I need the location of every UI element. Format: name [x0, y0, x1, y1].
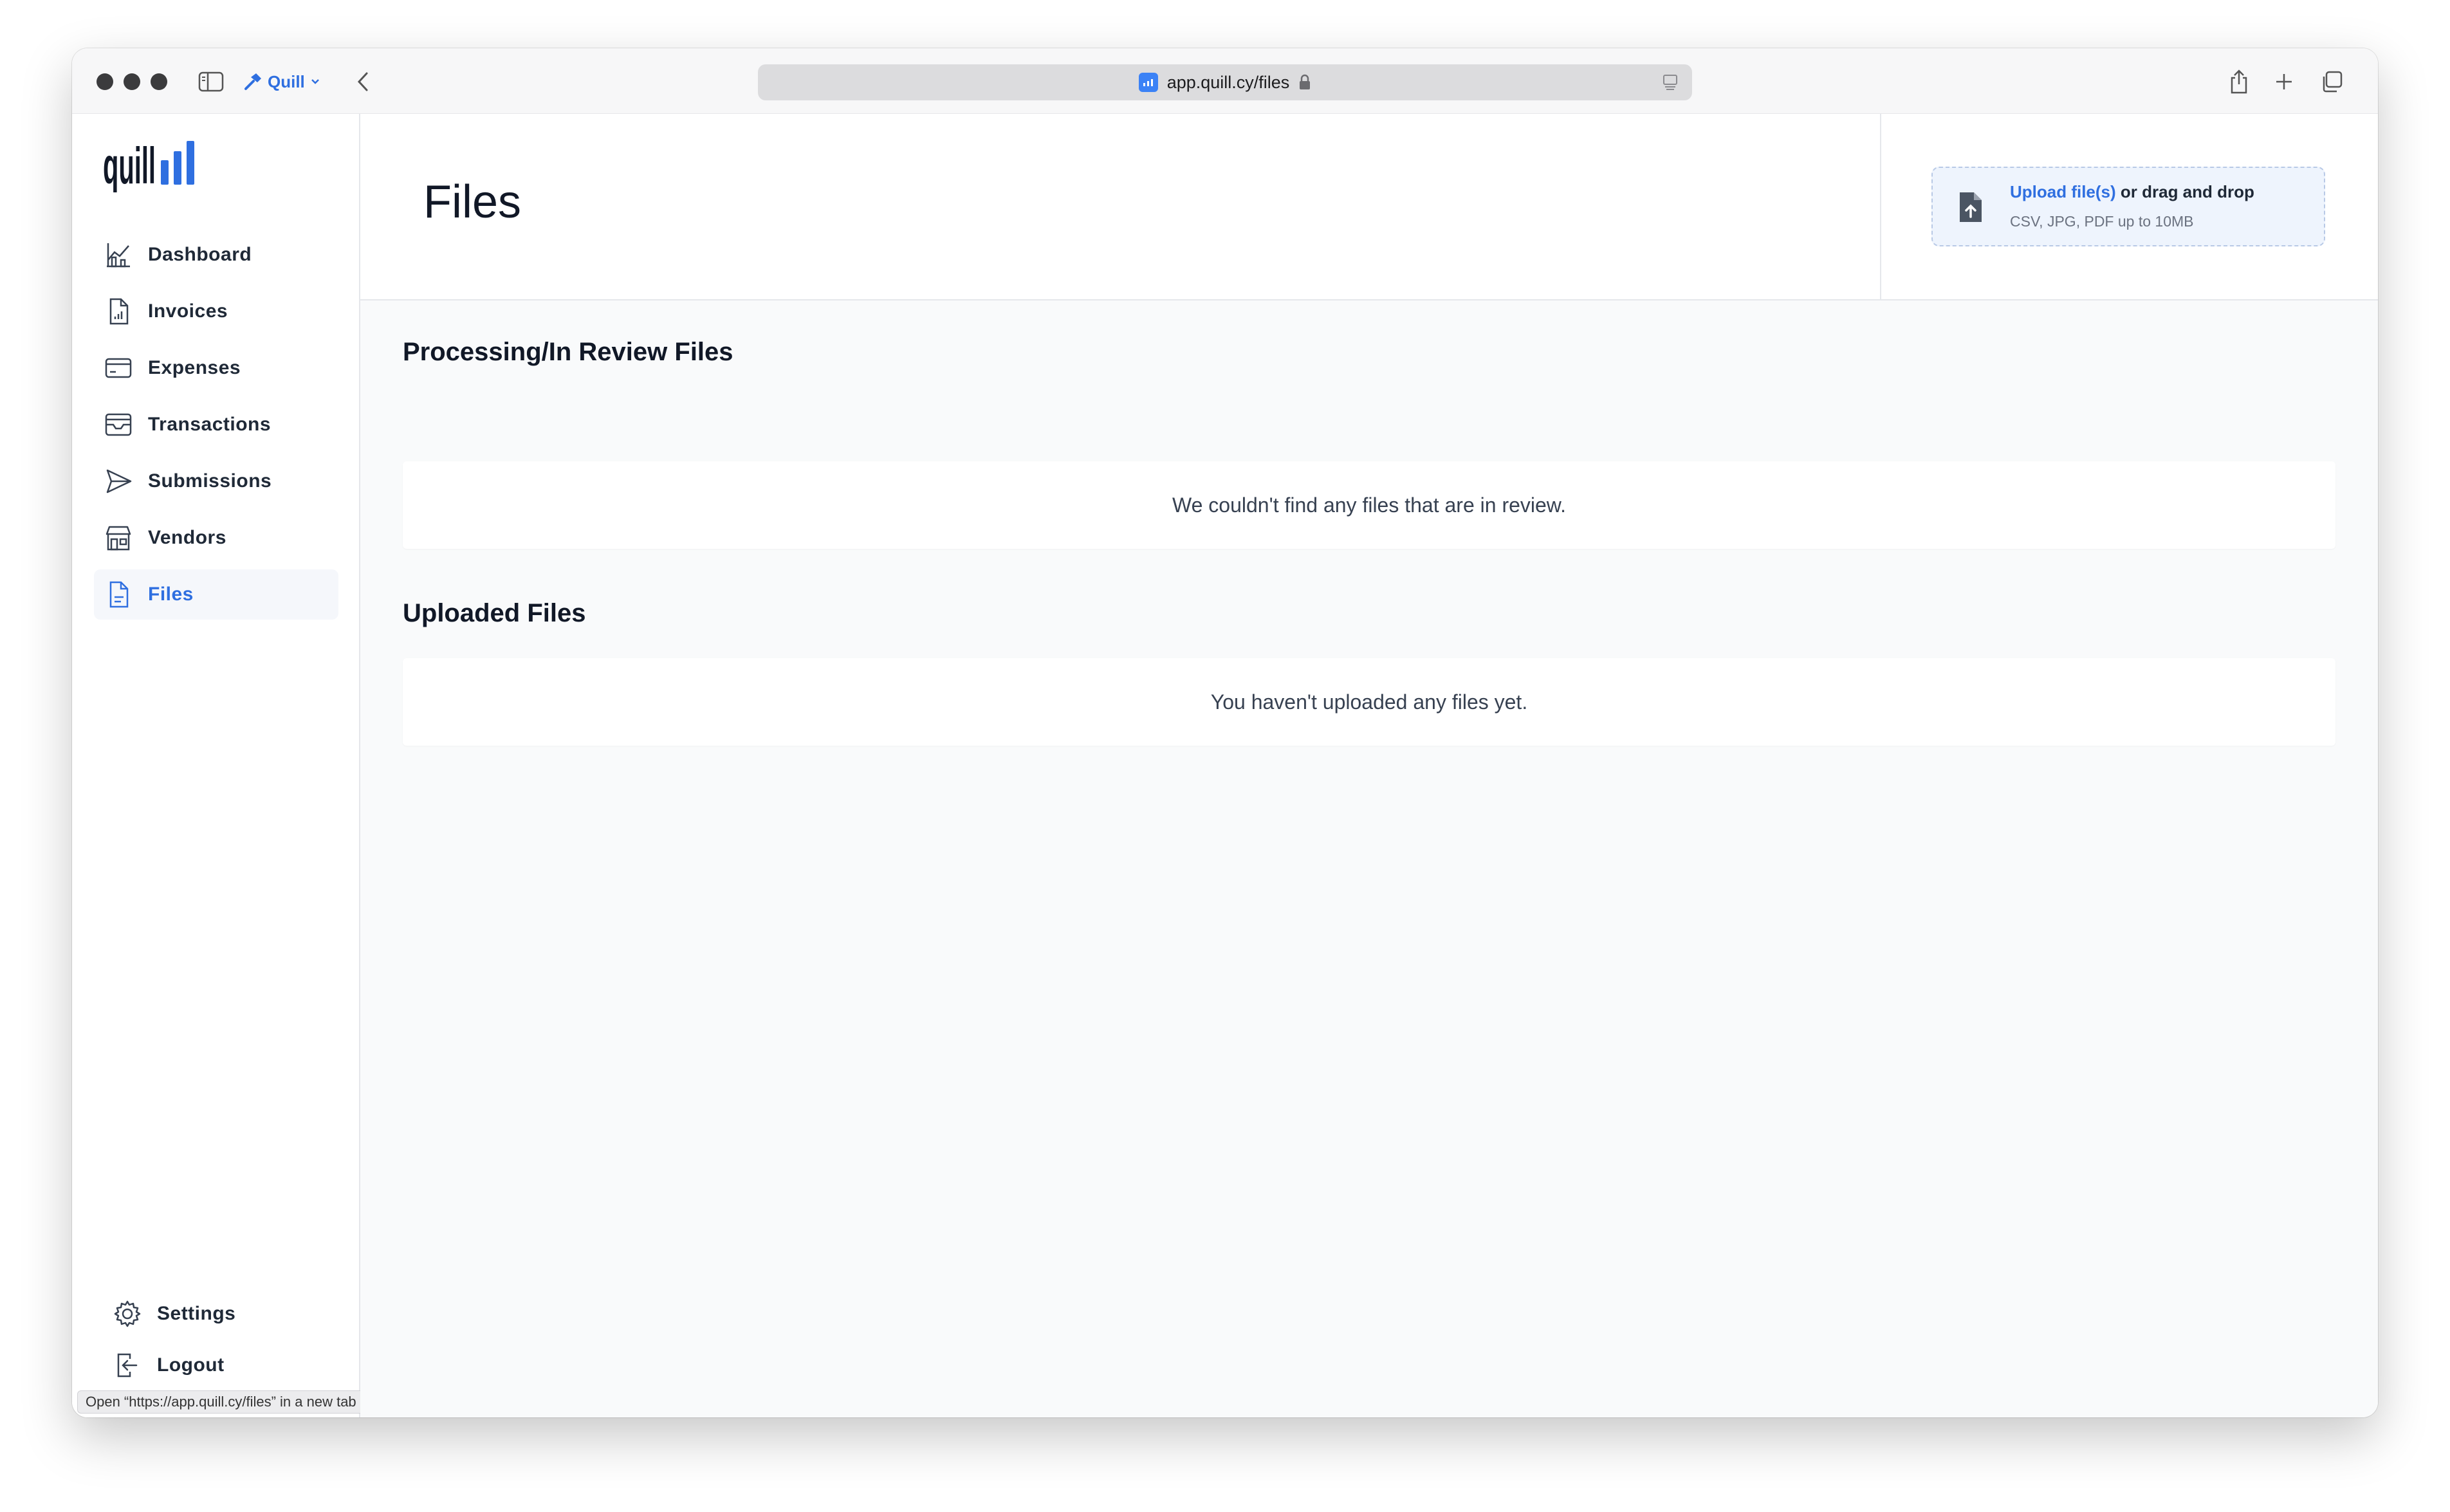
chevron-down-icon — [311, 79, 319, 84]
processing-files-empty-state: We couldn't find any files that are in r… — [403, 461, 2335, 549]
drag-drop-text: or drag and drop — [2115, 182, 2254, 201]
sidebar-item-expenses[interactable]: Expenses — [94, 343, 338, 393]
share-icon — [2231, 69, 2247, 94]
sidebar-item-label: Logout — [157, 1354, 225, 1376]
inbox-tray-icon — [105, 413, 132, 436]
sidebar-item-label: Dashboard — [148, 244, 252, 265]
sidebar-item-settings[interactable]: Settings — [113, 1289, 235, 1339]
reader-mode-icon[interactable] — [1661, 73, 1679, 91]
sidebar-item-label: Submissions — [148, 470, 272, 492]
browser-window: Quill app.quill.cy/files quill Dashboard… — [72, 48, 2378, 1417]
minimize-window-button[interactable] — [124, 73, 140, 90]
sidebar-item-label: Transactions — [148, 414, 272, 435]
upload-file-icon — [1960, 192, 1982, 222]
upload-file-types-hint: CSV, JPG, PDF up to 10MB — [2010, 213, 2194, 230]
dashboard-chart-icon — [107, 243, 130, 268]
quill-logo[interactable]: quill — [103, 137, 199, 196]
upload-files-link[interactable]: Upload file(s) — [2010, 182, 2116, 201]
tabs-overview-icon — [2323, 71, 2343, 93]
app-sidebar: quill Dashboard Invoices Expenses Transa… — [72, 114, 365, 1417]
empty-state-text: You haven't uploaded any files yet. — [1210, 690, 1528, 714]
storefront-icon — [106, 526, 131, 551]
browser-toolbar: Quill app.quill.cy/files — [72, 48, 2378, 114]
address-bar[interactable]: app.quill.cy/files — [758, 64, 1692, 100]
address-url: app.quill.cy/files — [1166, 72, 1290, 92]
main-navigation: Dashboard Invoices Expenses Transactions… — [94, 230, 338, 626]
upload-instruction: Upload file(s) or drag and drop — [2010, 182, 2254, 202]
file-icon — [109, 581, 129, 608]
sidebar-item-files[interactable]: Files — [94, 569, 338, 620]
empty-state-text: We couldn't find any files that are in r… — [1172, 493, 1567, 517]
sidebar-item-logout[interactable]: Logout — [113, 1340, 235, 1390]
new-tab-button[interactable] — [2270, 68, 2298, 96]
sidebar-item-transactions[interactable]: Transactions — [94, 400, 338, 450]
link-status-tooltip: Open “https://app.quill.cy/files” in a n… — [77, 1390, 365, 1414]
zoom-window-button[interactable] — [151, 73, 167, 90]
sidebar-item-label: Settings — [157, 1303, 236, 1324]
share-button[interactable] — [2225, 68, 2253, 96]
chevron-left-icon — [357, 72, 368, 91]
hammer-icon — [244, 73, 261, 90]
sidebar-toggle-button[interactable] — [196, 68, 226, 96]
credit-card-icon — [105, 358, 132, 378]
window-controls — [97, 73, 167, 90]
main-content: Files Upload file(s) or drag and drop CS… — [360, 114, 2378, 1417]
sidebar-item-label: Invoices — [148, 300, 228, 322]
sidebar-item-label: Files — [148, 584, 194, 605]
plus-icon — [2276, 74, 2292, 89]
lock-icon — [1300, 74, 1311, 89]
profile-label: Quill — [268, 71, 305, 91]
processing-files-heading: Processing/In Review Files — [403, 338, 733, 366]
sidebar-item-vendors[interactable]: Vendors — [94, 513, 338, 563]
site-favicon-icon — [1138, 73, 1158, 92]
page-header: Files Upload file(s) or drag and drop CS… — [360, 114, 2378, 300]
header-divider — [1880, 114, 1881, 300]
close-window-button[interactable] — [97, 73, 113, 90]
sidebar-item-label: Expenses — [148, 357, 241, 378]
uploaded-files-heading: Uploaded Files — [403, 599, 586, 627]
back-button[interactable] — [350, 68, 376, 96]
profile-menu-button[interactable]: Quill — [243, 68, 320, 96]
sidebar-item-label: Vendors — [148, 527, 226, 548]
sidebar-item-submissions[interactable]: Submissions — [94, 456, 338, 506]
uploaded-files-empty-state: You haven't uploaded any files yet. — [403, 658, 2335, 746]
page-title: Files — [423, 176, 522, 228]
logout-icon — [117, 1353, 138, 1378]
sidebar-item-invoices[interactable]: Invoices — [94, 286, 338, 337]
sidebar-item-dashboard[interactable]: Dashboard — [94, 230, 338, 280]
secondary-navigation: Settings Logout — [113, 1289, 235, 1392]
gear-icon — [114, 1300, 141, 1327]
invoice-document-icon — [109, 298, 129, 325]
paper-plane-icon — [106, 469, 132, 493]
tab-overview-button[interactable] — [2317, 68, 2346, 96]
sidebar-icon — [198, 71, 224, 92]
logo-text: quill — [103, 137, 156, 192]
file-upload-dropzone[interactable]: Upload file(s) or drag and drop CSV, JPG… — [1931, 167, 2325, 246]
